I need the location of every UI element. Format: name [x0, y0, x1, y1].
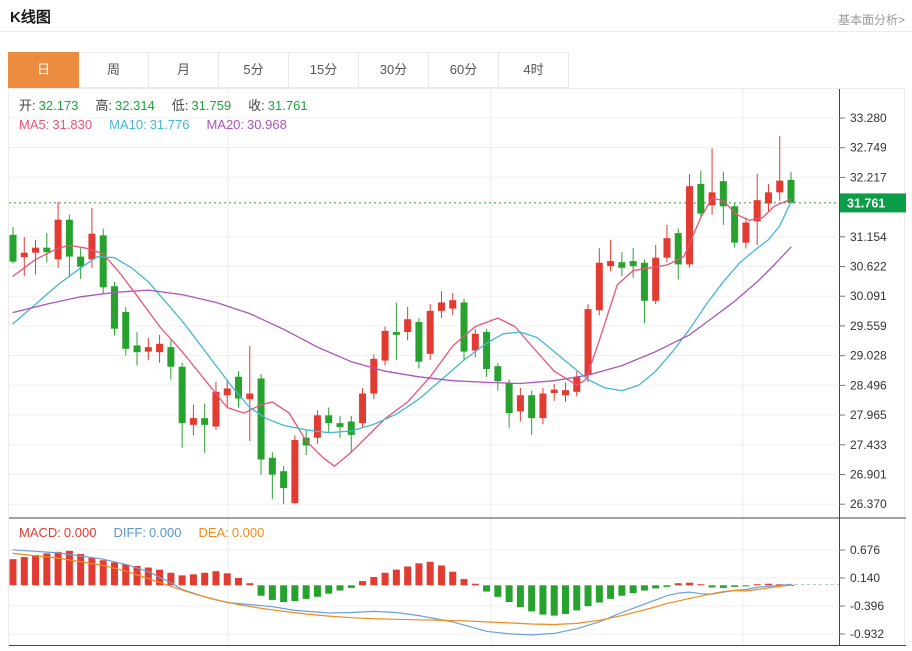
- info-pair: MA5: 31.830: [19, 117, 93, 132]
- axis-tick-label: -0.932: [850, 627, 884, 641]
- axis-tick-label: 0.676: [850, 543, 880, 557]
- info-pair: DEA: 0.000: [198, 525, 265, 540]
- axis-tick-label: 27.965: [850, 408, 887, 422]
- chart-canvas[interactable]: 33.280 32.749 32.217 31.154 30.622 30.091 29.5…: [9, 89, 906, 647]
- fundamental-analysis-link[interactable]: 基本面分析>: [838, 11, 905, 28]
- info-pair: DIFF: 0.000: [113, 525, 182, 540]
- axis-tick-label: 27.433: [850, 438, 887, 452]
- current-price-tag: 31.761: [847, 196, 885, 210]
- axis-tick-label: 29.559: [850, 319, 887, 333]
- axis-tick-label: 30.622: [850, 260, 887, 274]
- tab-period-6[interactable]: 60分: [429, 52, 499, 88]
- axis-tick-label: 33.280: [850, 111, 887, 125]
- period-tabbar: 日周月 5分 15分 30分 60分 4时: [8, 52, 569, 88]
- tab-period-2[interactable]: 月: [149, 52, 219, 88]
- macd-info-row: MACD: 0.000 DIFF: 0.000 DEA: 0.000: [19, 525, 281, 540]
- kline-chart-area[interactable]: 开: 32.173 高: 32.314 低: 31.759 收: 31.761 MA5: 31.…: [8, 88, 906, 647]
- axis-tick-label: 31.154: [850, 230, 887, 244]
- page-title: K线图: [10, 9, 51, 26]
- info-pair: 收: 31.761: [248, 98, 308, 113]
- ma-info-row: MA5: 31.830 MA10: 31.776 MA20: 30.968: [19, 117, 304, 132]
- tab-period-0[interactable]: 日: [8, 52, 79, 88]
- axis-tick-label: -0.396: [850, 599, 884, 613]
- axis-tick-label: 32.749: [850, 141, 887, 155]
- axis-tick-label: 28.496: [850, 378, 887, 392]
- axis-tick-label: 29.028: [850, 349, 887, 363]
- info-pair: 开: 32.173: [19, 98, 79, 113]
- info-pair: 低: 31.759: [171, 98, 232, 113]
- title-divider: [0, 31, 912, 32]
- ohlc-info-row: 开: 32.173 高: 32.314 低: 31.759 收: 31.761: [19, 95, 325, 114]
- axis-tick-label: 26.901: [850, 468, 887, 482]
- info-pair: MA20: 30.968: [206, 117, 287, 132]
- tab-period-4[interactable]: 15分: [289, 52, 359, 88]
- axis-tick-label: 30.091: [850, 289, 887, 303]
- axis-tick-label: 26.370: [850, 497, 887, 511]
- info-pair: 高: 32.314: [95, 98, 155, 113]
- tab-period-5[interactable]: 30分: [359, 52, 429, 88]
- info-pair: MACD: 0.000: [19, 525, 97, 540]
- tab-period-3[interactable]: 5分: [219, 52, 289, 88]
- tab-period-1[interactable]: 周: [79, 52, 149, 88]
- info-pair: MA10: 31.776: [109, 117, 190, 132]
- axis-tick-label: 0.140: [850, 571, 880, 585]
- tab-period-7[interactable]: 4时: [499, 52, 569, 88]
- axis-tick-label: 32.217: [850, 170, 887, 184]
